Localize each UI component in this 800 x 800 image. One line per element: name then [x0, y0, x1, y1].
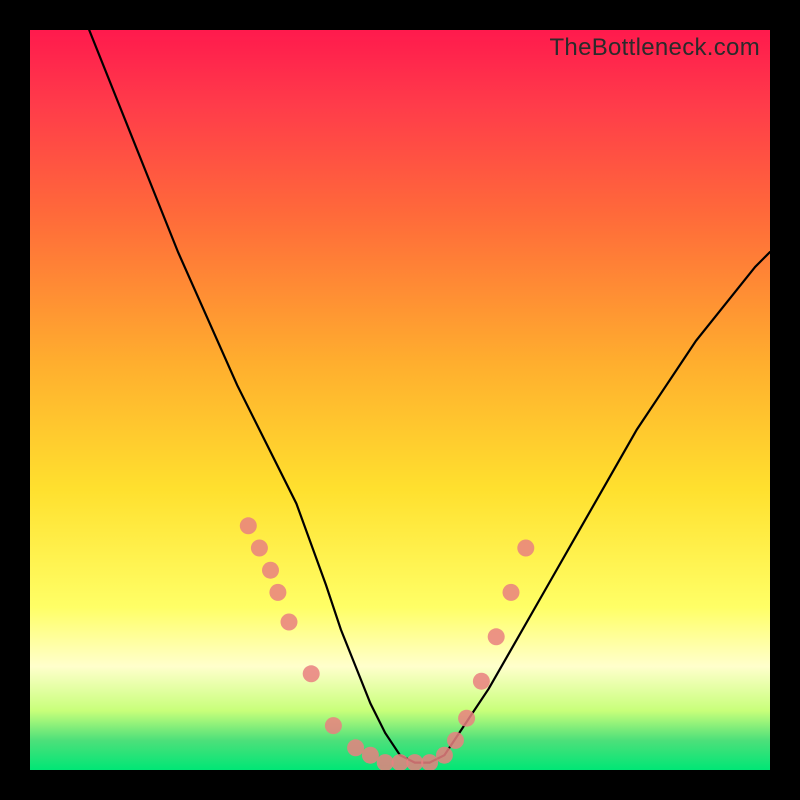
marker-dot [503, 584, 520, 601]
marker-dot [262, 562, 279, 579]
bottleneck-curve [89, 30, 770, 763]
chart-svg [30, 30, 770, 770]
chart-plot-area: TheBottleneck.com [30, 30, 770, 770]
marker-dot [458, 710, 475, 727]
bottleneck-markers [240, 517, 535, 770]
marker-dot [281, 614, 298, 631]
marker-dot [447, 732, 464, 749]
marker-dot [362, 747, 379, 764]
marker-dot [421, 754, 438, 770]
chart-frame: TheBottleneck.com [0, 0, 800, 800]
marker-dot [488, 628, 505, 645]
marker-dot [240, 517, 257, 534]
marker-dot [269, 584, 286, 601]
marker-dot [303, 665, 320, 682]
marker-dot [436, 747, 453, 764]
marker-dot [473, 673, 490, 690]
marker-dot [517, 540, 534, 557]
marker-dot [251, 540, 268, 557]
marker-dot [347, 739, 364, 756]
watermark-text: TheBottleneck.com [549, 34, 760, 62]
marker-dot [377, 754, 394, 770]
marker-dot [406, 754, 423, 770]
marker-dot [325, 717, 342, 734]
bottleneck-curve-path [89, 30, 770, 763]
marker-dot [392, 754, 409, 770]
